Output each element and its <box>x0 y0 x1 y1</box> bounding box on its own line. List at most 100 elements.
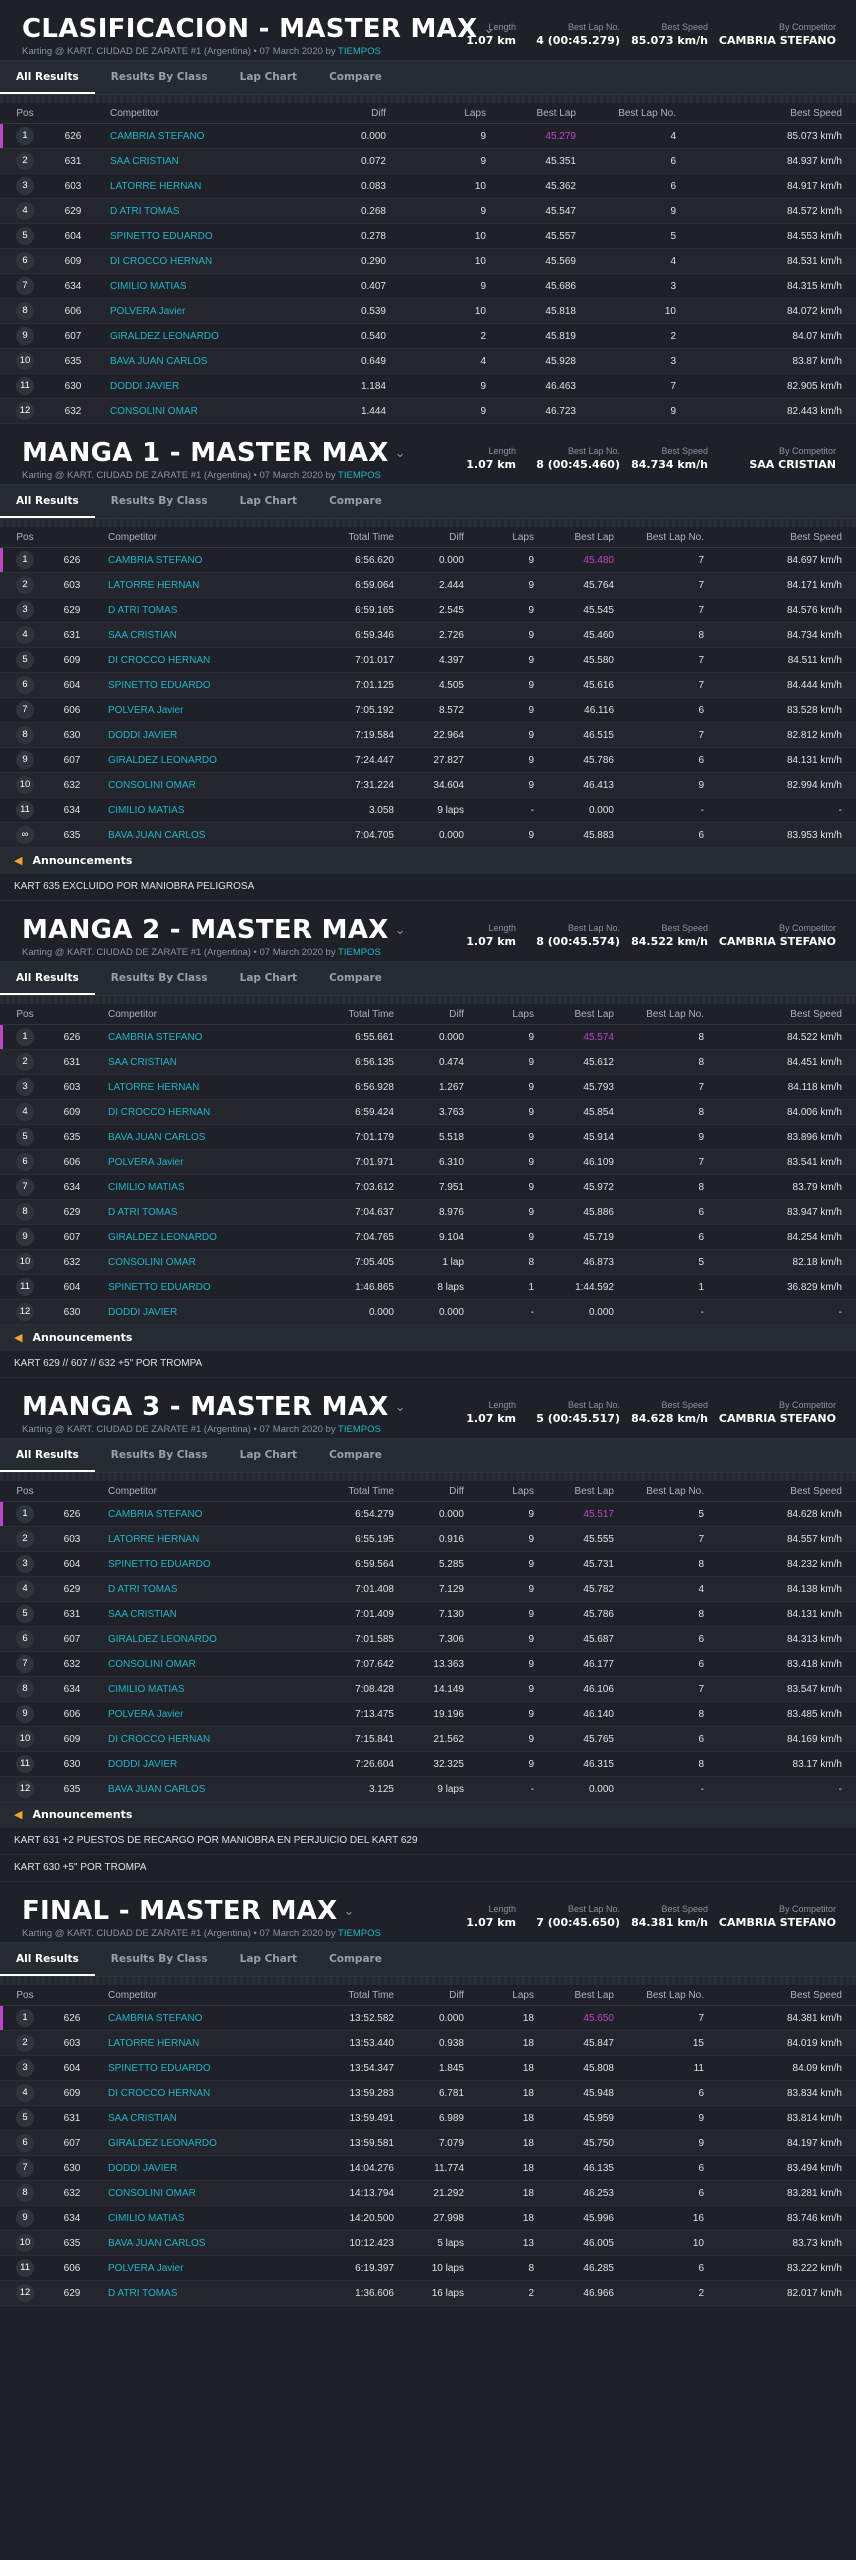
table-row[interactable]: 11 630 DODDI JAVIER 7:26.604 32.325 9 46.315 8 8… <box>0 1751 856 1777</box>
table-row[interactable]: 12 635 BAVA JUAN CARLOS 3.125 9 laps -0.000- - <box>0 1776 856 1802</box>
table-row[interactable]: 2 603 LATORRE HERNAN 6:55.195 0.916 9 45.555 7 8… <box>0 1526 856 1552</box>
organizer-link[interactable]: TIEMPOS <box>338 1928 381 1939</box>
competitor-link[interactable]: BAVA JUAN CARLOS <box>108 822 298 848</box>
tab-all-results[interactable]: All Results <box>0 1943 95 1976</box>
competitor-link[interactable]: CONSOLINI OMAR <box>108 2180 298 2206</box>
column-header[interactable] <box>50 1004 108 1025</box>
table-row[interactable]: 3 603 LATORRE HERNAN 0.083 10 45.362 6 84.917 k… <box>0 173 856 199</box>
column-header[interactable]: Best Speed <box>718 527 856 548</box>
competitor-link[interactable]: D ATRI TOMAS <box>108 597 298 623</box>
table-row[interactable]: 6 606 POLVERA Javier 7:01.971 6.310 9 46.109 7 8… <box>0 1149 856 1175</box>
competitor-link[interactable]: POLVERA Javier <box>110 298 340 324</box>
competitor-link[interactable]: D ATRI TOMAS <box>108 1199 298 1225</box>
competitor-link[interactable]: BAVA JUAN CARLOS <box>108 2230 298 2256</box>
column-header[interactable]: Laps <box>478 1004 548 1025</box>
competitor-link[interactable]: GIRALDEZ LEONARDO <box>108 747 298 773</box>
competitor-link[interactable]: CIMILIO MATIAS <box>108 797 298 823</box>
competitor-link[interactable]: LATORRE HERNAN <box>108 1074 298 1100</box>
competitor-link[interactable]: SAA CRISTIAN <box>108 1049 298 1075</box>
column-header[interactable]: Total Time <box>298 1985 408 2006</box>
competitor-link[interactable]: CIMILIO MATIAS <box>108 1676 298 1702</box>
competitor-link[interactable]: D ATRI TOMAS <box>110 198 340 224</box>
table-row[interactable]: 1 626 CAMBRIA STEFANO 6:56.620 0.000 9 45.480 7… <box>0 547 856 573</box>
column-header[interactable]: Total Time <box>298 1004 408 1025</box>
column-header[interactable]: Competitor <box>108 1985 298 2006</box>
competitor-link[interactable]: SPINETTO EDUARDO <box>108 672 298 698</box>
tab-all-results[interactable]: All Results <box>0 61 95 94</box>
tab-results-by-class[interactable]: Results By Class <box>95 962 224 995</box>
competitor-link[interactable]: POLVERA Javier <box>108 1149 298 1175</box>
competitor-link[interactable]: DODDI JAVIER <box>108 722 298 748</box>
competitor-link[interactable]: LATORRE HERNAN <box>108 2030 298 2056</box>
competitor-link[interactable]: D ATRI TOMAS <box>108 1576 298 1602</box>
competitor-link[interactable]: GIRALDEZ LEONARDO <box>108 1224 298 1250</box>
table-row[interactable]: 5 631 SAA CRISTIAN 7:01.409 7.130 9 45.786 8 84.… <box>0 1601 856 1627</box>
organizer-link[interactable]: TIEMPOS <box>338 470 381 481</box>
competitor-link[interactable]: CONSOLINI OMAR <box>108 1651 298 1677</box>
table-row[interactable]: 6 604 SPINETTO EDUARDO 7:01.125 4.505 9 45.616… <box>0 672 856 698</box>
table-row[interactable]: 1 626 CAMBRIA STEFANO 6:55.661 0.000 9 45.574 8… <box>0 1024 856 1050</box>
tab-results-by-class[interactable]: Results By Class <box>95 485 224 518</box>
chevron-down-icon[interactable]: ⌄ <box>395 923 406 938</box>
column-header[interactable]: Laps <box>478 1481 548 1502</box>
tab-all-results[interactable]: All Results <box>0 485 95 518</box>
table-row[interactable]: 10 632 CONSOLINI OMAR 7:31.224 34.604 9 46.413… <box>0 772 856 798</box>
competitor-link[interactable]: DODDI JAVIER <box>108 1751 298 1777</box>
competitor-link[interactable]: CIMILIO MATIAS <box>110 273 340 299</box>
table-row[interactable]: 9 607 GIRALDEZ LEONARDO 7:04.765 9.104 9 45.71… <box>0 1224 856 1250</box>
competitor-link[interactable]: SPINETTO EDUARDO <box>108 1274 298 1300</box>
competitor-link[interactable]: CIMILIO MATIAS <box>108 1174 298 1200</box>
table-row[interactable]: 1 626 CAMBRIA STEFANO 6:54.279 0.000 9 45.517 5… <box>0 1501 856 1527</box>
table-row[interactable]: 5 609 DI CROCCO HERNAN 7:01.017 4.397 9 45.580… <box>0 647 856 673</box>
table-row[interactable]: 6 607 GIRALDEZ LEONARDO 13:59.581 7.079 18 45.… <box>0 2130 856 2156</box>
competitor-link[interactable]: CIMILIO MATIAS <box>108 2205 298 2231</box>
competitor-link[interactable]: DI CROCCO HERNAN <box>108 647 298 673</box>
table-row[interactable]: 2 631 SAA CRISTIAN 6:56.135 0.474 9 45.612 8 84.… <box>0 1049 856 1075</box>
competitor-link[interactable]: SAA CRISTIAN <box>108 622 298 648</box>
table-row[interactable]: 8 606 POLVERA Javier 0.539 10 45.818 10 84.072 … <box>0 298 856 324</box>
table-row[interactable]: 9 634 CIMILIO MATIAS 14:20.500 27.998 18 45.99… <box>0 2205 856 2231</box>
competitor-link[interactable]: POLVERA Javier <box>108 697 298 723</box>
table-row[interactable]: 12 630 DODDI JAVIER 0.000 0.000-0.000- - <box>0 1299 856 1325</box>
competitor-link[interactable]: SPINETTO EDUARDO <box>108 2055 298 2081</box>
column-header[interactable]: Competitor <box>108 1004 298 1025</box>
column-header[interactable] <box>50 527 108 548</box>
column-header[interactable]: Diff <box>408 1985 478 2006</box>
table-row[interactable]: 10 609 DI CROCCO HERNAN 7:15.841 21.562 9 45.7… <box>0 1726 856 1752</box>
competitor-link[interactable]: LATORRE HERNAN <box>110 173 340 199</box>
column-header[interactable]: Best Speed <box>718 1481 856 1502</box>
tab-results-by-class[interactable]: Results By Class <box>95 1943 224 1976</box>
column-header[interactable]: Best Lap <box>548 1004 628 1025</box>
column-header[interactable]: Best Lap <box>500 103 590 124</box>
table-row[interactable]: 3 603 LATORRE HERNAN 6:56.928 1.267 9 45.793 7 8… <box>0 1074 856 1100</box>
column-header[interactable]: Diff <box>340 103 400 124</box>
column-header[interactable]: Best Lap <box>548 1985 628 2006</box>
column-header[interactable]: Pos <box>0 1481 50 1502</box>
column-header[interactable]: Best Lap No. <box>628 527 718 548</box>
column-header[interactable]: Diff <box>408 1481 478 1502</box>
competitor-link[interactable]: SAA CRISTIAN <box>110 148 340 174</box>
column-header[interactable]: Pos <box>0 1004 50 1025</box>
table-row[interactable]: 8 629 D ATRI TOMAS 7:04.637 8.976 9 45.886 6 83.… <box>0 1199 856 1225</box>
table-row[interactable]: 9 607 GIRALDEZ LEONARDO 7:24.447 27.827 9 45.7… <box>0 747 856 773</box>
table-row[interactable]: 8 632 CONSOLINI OMAR 14:13.794 21.292 18 46.25… <box>0 2180 856 2206</box>
competitor-link[interactable]: SAA CRISTIAN <box>108 1601 298 1627</box>
table-row[interactable]: 11 630 DODDI JAVIER 1.184 9 46.463 7 82.905 km/… <box>0 373 856 399</box>
column-header[interactable]: Best Lap No. <box>590 103 690 124</box>
table-row[interactable]: 7 630 DODDI JAVIER 14:04.276 11.774 18 46.135 6… <box>0 2155 856 2181</box>
table-row[interactable]: 1 626 CAMBRIA STEFANO 13:52.582 0.000 18 45.65… <box>0 2005 856 2031</box>
organizer-link[interactable]: TIEMPOS <box>338 1424 381 1435</box>
competitor-link[interactable]: SPINETTO EDUARDO <box>108 1551 298 1577</box>
competitor-link[interactable]: GIRALDEZ LEONARDO <box>110 323 340 349</box>
organizer-link[interactable]: TIEMPOS <box>338 947 381 958</box>
table-row[interactable]: ∞ 635 BAVA JUAN CARLOS 7:04.705 0.000 9 45.883… <box>0 822 856 848</box>
chevron-down-icon[interactable]: ⌄ <box>395 1400 406 1415</box>
organizer-link[interactable]: TIEMPOS <box>338 46 381 57</box>
table-row[interactable]: 11 606 POLVERA Javier 6:19.397 10 laps 8 46.28… <box>0 2255 856 2281</box>
column-header[interactable]: Best Lap No. <box>628 1985 718 2006</box>
competitor-link[interactable]: DI CROCCO HERNAN <box>108 1726 298 1752</box>
competitor-link[interactable]: LATORRE HERNAN <box>108 572 298 598</box>
table-row[interactable]: 4 629 D ATRI TOMAS 0.268 9 45.547 9 84.572 km/h <box>0 198 856 224</box>
competitor-link[interactable]: GIRALDEZ LEONARDO <box>108 1626 298 1652</box>
table-row[interactable]: 10 635 BAVA JUAN CARLOS 10:12.423 5 laps 13 46… <box>0 2230 856 2256</box>
